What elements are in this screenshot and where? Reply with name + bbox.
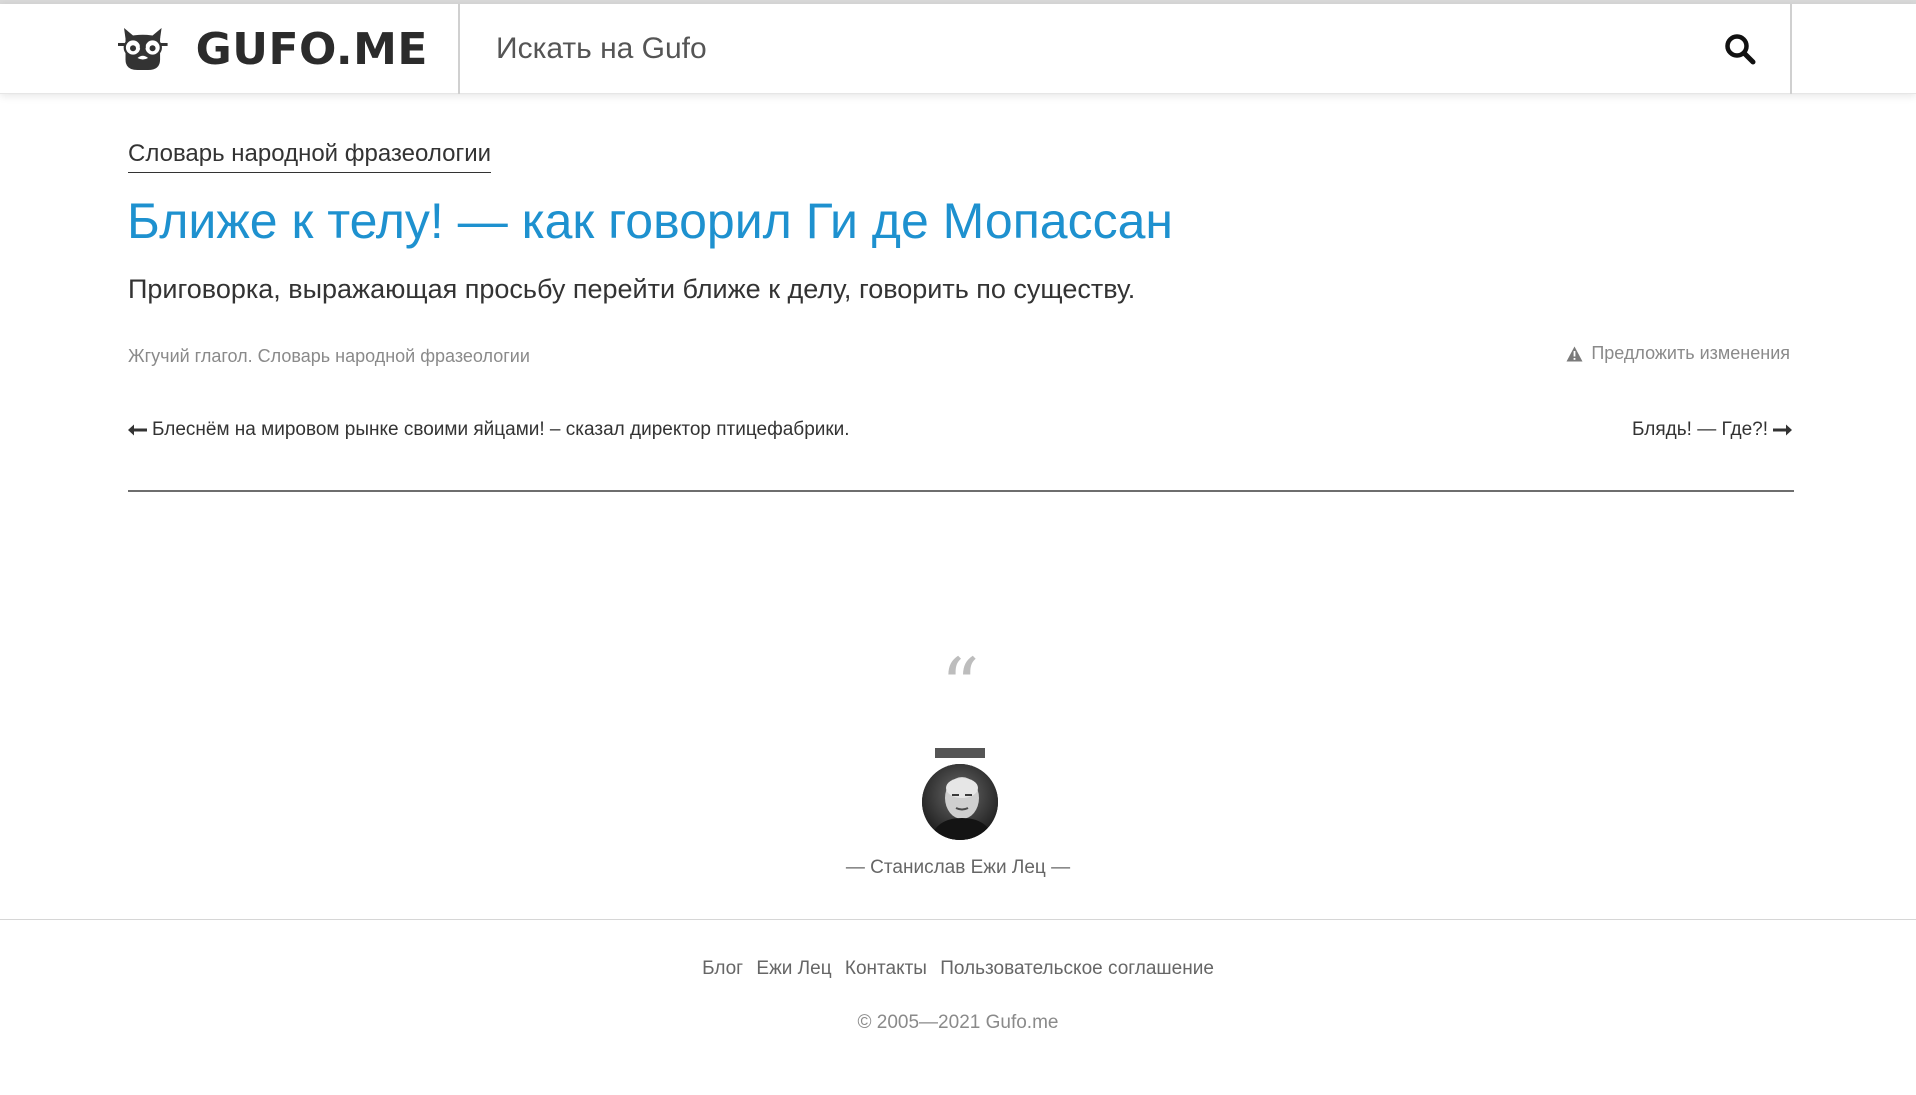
arrow-right-icon bbox=[1773, 424, 1792, 436]
warning-icon bbox=[1566, 346, 1583, 361]
search-icon bbox=[1725, 33, 1756, 64]
arrow-left-icon bbox=[128, 424, 147, 436]
footer-link-lec[interactable]: Ежи Лец bbox=[756, 958, 831, 979]
author-portrait bbox=[922, 764, 998, 840]
quote-mark-icon: “ bbox=[940, 641, 980, 730]
site-logo[interactable]: GUFO.ME bbox=[118, 16, 428, 82]
definition-text: Приговорка, выражающая просьбу перейти б… bbox=[128, 274, 1136, 304]
search-bar bbox=[458, 4, 1792, 94]
suggest-changes-link[interactable]: Предложить изменения bbox=[1566, 343, 1790, 364]
next-entry-label: Блядь! — Где?! bbox=[1632, 419, 1768, 440]
footer-link-agreement[interactable]: Пользовательское соглашение bbox=[940, 958, 1214, 979]
page-title: Ближе к телу! — как говорил Ги де Мопасс… bbox=[127, 193, 1173, 249]
copyright: © 2005—2021 Gufo.me bbox=[857, 1012, 1059, 1033]
footer-link-contacts[interactable]: Контакты bbox=[845, 958, 927, 979]
logo-text: GUFO.ME bbox=[195, 23, 428, 75]
prev-entry-link[interactable]: Блеснём на мировом рынке своими яйцами! … bbox=[128, 419, 850, 441]
footer-nav: Блог Ежи Лец Контакты Пользовательское с… bbox=[0, 958, 1916, 980]
prev-entry-label: Блеснём на мировом рынке своими яйцами! … bbox=[152, 419, 850, 440]
suggest-changes-label: Предложить изменения bbox=[1591, 343, 1790, 363]
author-avatar[interactable] bbox=[922, 764, 998, 840]
search-button[interactable] bbox=[1720, 30, 1760, 70]
site-header: GUFO.ME bbox=[0, 4, 1916, 94]
quote-author[interactable]: — Станислав Ежи Лец — bbox=[0, 857, 1916, 879]
search-input[interactable] bbox=[460, 4, 1700, 94]
source-text: Жгучий глагол. Словарь народной фразеоло… bbox=[128, 346, 530, 366]
footer-divider bbox=[0, 919, 1916, 920]
footer-link-blog[interactable]: Блог bbox=[702, 958, 743, 979]
section-divider bbox=[128, 490, 1794, 492]
dictionary-link[interactable]: Словарь народной фразеологии bbox=[128, 140, 492, 173]
owl-logo-icon bbox=[118, 27, 168, 71]
next-entry-link[interactable]: Блядь! — Где?! bbox=[1632, 419, 1792, 441]
quote-bar bbox=[935, 748, 985, 758]
